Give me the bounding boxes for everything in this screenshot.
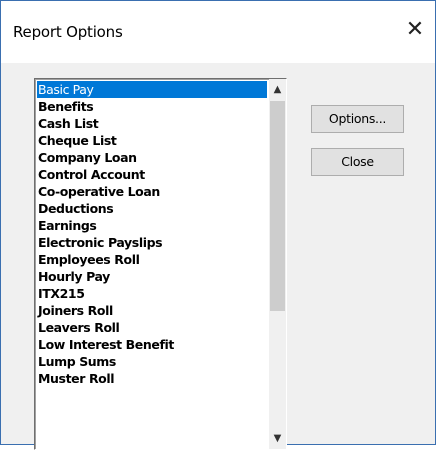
list-item[interactable]: Joiners Roll xyxy=(37,302,267,319)
list-item[interactable]: Leavers Roll xyxy=(37,319,267,336)
scroll-thumb[interactable] xyxy=(270,101,285,311)
report-options-dialog: Report Options ✕ Basic Pay Benefits Cash… xyxy=(0,0,436,450)
list-item[interactable]: Co-operative Loan xyxy=(37,183,267,200)
list-item[interactable]: Lump Sums xyxy=(37,353,267,370)
list-item[interactable]: Employees Roll xyxy=(37,251,267,268)
list-item[interactable]: Cheque List xyxy=(37,132,267,149)
list-item[interactable]: Control Account xyxy=(37,166,267,183)
list-item[interactable]: Low Interest Benefit xyxy=(37,336,267,353)
list-item[interactable]: Cash List xyxy=(37,115,267,132)
list-item[interactable]: Earnings xyxy=(37,217,267,234)
options-button[interactable]: Options... xyxy=(311,105,404,133)
list-item[interactable]: Muster Roll xyxy=(37,370,267,387)
list-item[interactable]: ITX215 xyxy=(37,285,267,302)
list-item[interactable]: Deductions xyxy=(37,200,267,217)
list-item[interactable]: Hourly Pay xyxy=(37,268,267,285)
vertical-scrollbar[interactable]: ▲ ▼ xyxy=(269,79,286,449)
close-icon[interactable]: ✕ xyxy=(401,15,429,45)
list-item[interactable]: Electronic Payslips xyxy=(37,234,267,251)
list-item[interactable]: Basic Pay xyxy=(37,81,267,98)
chevron-down-icon[interactable]: ▼ xyxy=(269,430,286,447)
report-list: Basic Pay Benefits Cash List Cheque List… xyxy=(37,81,267,387)
close-button[interactable]: Close xyxy=(311,148,404,176)
list-item[interactable]: Company Loan xyxy=(37,149,267,166)
chevron-up-icon[interactable]: ▲ xyxy=(269,81,286,98)
report-listbox[interactable]: Basic Pay Benefits Cash List Cheque List… xyxy=(34,78,287,450)
title-bar: Report Options ✕ xyxy=(1,1,435,63)
window-title: Report Options xyxy=(13,23,123,41)
dialog-body: Basic Pay Benefits Cash List Cheque List… xyxy=(1,63,435,450)
list-item[interactable]: Benefits xyxy=(37,98,267,115)
